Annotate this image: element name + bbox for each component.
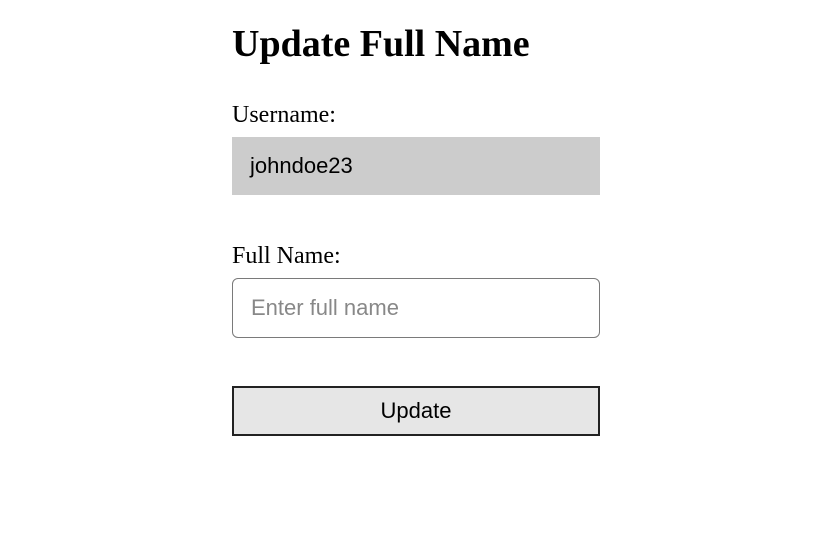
- username-label: Username:: [232, 102, 832, 129]
- username-group: Username: johndoe23: [232, 102, 832, 195]
- fullname-label: Full Name:: [232, 243, 832, 270]
- update-button[interactable]: Update: [232, 386, 600, 436]
- fullname-input[interactable]: [232, 278, 600, 338]
- fullname-group: Full Name:: [232, 243, 832, 338]
- page-title: Update Full Name: [232, 22, 832, 66]
- username-field: johndoe23: [232, 137, 600, 195]
